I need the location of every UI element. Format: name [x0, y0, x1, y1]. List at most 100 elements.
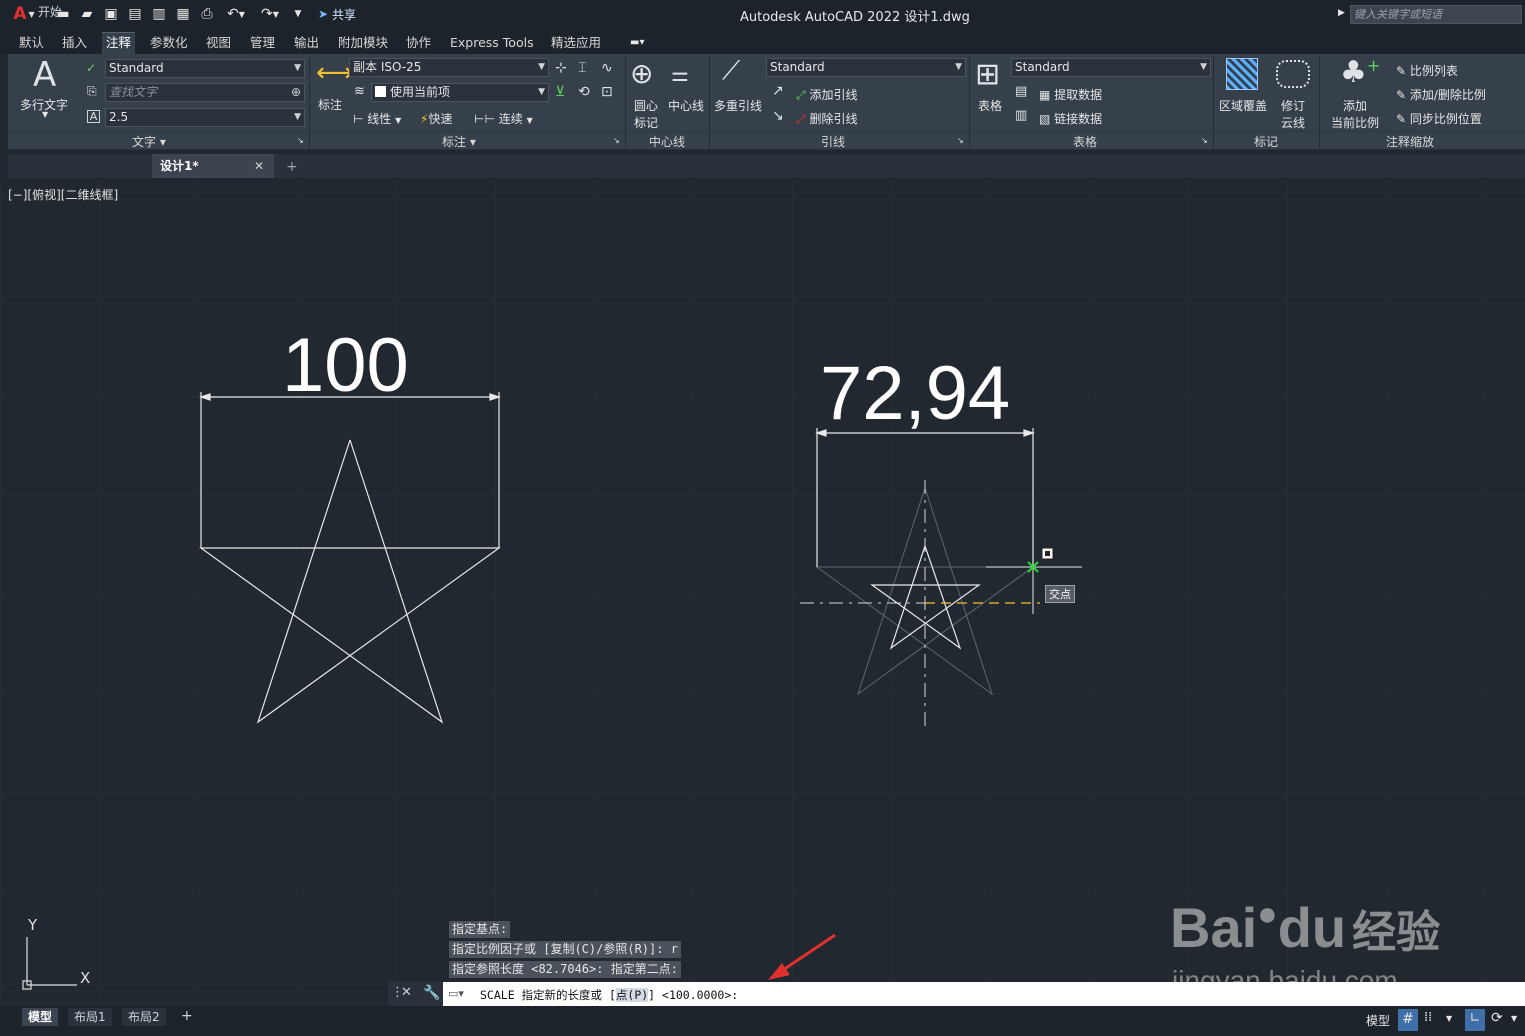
- add-delete-scale-button[interactable]: ✎ 添加/删除比例: [1396, 86, 1486, 103]
- mtext-icon[interactable]: A: [33, 58, 56, 92]
- revcloud-button[interactable]: 修订 云线: [1281, 97, 1305, 131]
- leader-style-select[interactable]: Standard ▼: [766, 58, 966, 77]
- ortho-toggle-icon[interactable]: ∟: [1465, 1009, 1485, 1031]
- extract-data-button[interactable]: ▦ 提取数据: [1039, 86, 1102, 103]
- add-current-scale-button[interactable]: 添加 当前比例: [1331, 97, 1379, 131]
- drawing-canvas[interactable]: [0, 180, 1525, 1006]
- tab-collaborate[interactable]: 协作: [402, 34, 435, 54]
- color-swatch: [375, 86, 386, 97]
- scale-list-button[interactable]: ✎ 比例列表: [1396, 62, 1458, 79]
- layout-tab-model[interactable]: 模型: [22, 1008, 59, 1026]
- new-tab-icon[interactable]: +: [286, 159, 298, 175]
- multileader-button[interactable]: 多重引线: [714, 97, 762, 114]
- tab-express-tools[interactable]: Express Tools: [446, 34, 538, 54]
- redo-icon[interactable]: ↷ ▼: [256, 4, 284, 24]
- chevron-down-icon: ▼: [1200, 62, 1207, 72]
- centerline-button[interactable]: 中心线: [668, 97, 704, 114]
- center-mark-icon[interactable]: ⊕: [630, 60, 653, 88]
- tab-featured-apps[interactable]: 精选应用: [547, 34, 605, 54]
- dimension-button[interactable]: 标注: [318, 96, 342, 113]
- mtext-dropdown-icon[interactable]: ▼: [42, 110, 48, 119]
- find-text-input[interactable]: 查找文字 ⊕: [105, 83, 305, 102]
- dim-reassociate-icon[interactable]: ⊡: [601, 85, 613, 99]
- search-input[interactable]: 键入关键字或短语: [1350, 5, 1522, 24]
- table-merge-icon[interactable]: ▤: [1015, 85, 1027, 98]
- dim-adjust-space-icon[interactable]: ⌶: [578, 61, 586, 75]
- tab-parametric[interactable]: 参数化: [146, 34, 192, 54]
- dim-update-icon[interactable]: ⟲: [578, 85, 590, 99]
- tab-view[interactable]: 视图: [202, 34, 235, 54]
- polar-tracking-icon[interactable]: ⟳: [1491, 1010, 1503, 1026]
- tab-addins[interactable]: 附加模块: [334, 34, 392, 54]
- center-mark-button[interactable]: 圆心 标记: [634, 97, 658, 131]
- undo-icon[interactable]: ↶ ▼: [222, 4, 250, 24]
- dimension-icon[interactable]: ⟷: [316, 60, 353, 86]
- panel-title-text[interactable]: 文字 ▾: [132, 133, 166, 150]
- text-style-select[interactable]: Standard ▼: [105, 59, 305, 78]
- close-icon[interactable]: ✕: [254, 154, 264, 178]
- send-icon: ➤: [318, 7, 329, 21]
- table-link-icon[interactable]: ▥: [1015, 109, 1027, 122]
- table-button[interactable]: 表格: [978, 97, 1002, 114]
- leader-align-icon[interactable]: ↘: [772, 109, 784, 123]
- tab-output[interactable]: 输出: [290, 34, 323, 54]
- model-space-button[interactable]: 模型: [1366, 1012, 1390, 1029]
- dialog-launcher-icon[interactable]: ↘: [957, 136, 964, 145]
- dim-break-icon[interactable]: ⊹: [555, 61, 567, 75]
- save-web-icon[interactable]: ▦: [174, 4, 192, 24]
- add-layout-icon[interactable]: +: [181, 1008, 193, 1024]
- link-data-button[interactable]: ▧ 链接数据: [1039, 110, 1102, 127]
- multileader-icon[interactable]: ⟋: [722, 58, 740, 84]
- table-icon[interactable]: ⊞: [975, 60, 1000, 90]
- grid-toggle-icon[interactable]: #: [1398, 1009, 1418, 1031]
- dialog-launcher-icon[interactable]: ↘: [1201, 136, 1208, 145]
- dim-jog-icon[interactable]: ∿: [601, 61, 613, 75]
- text-height-select[interactable]: 2.5 ▼: [105, 108, 305, 127]
- centerline-icon[interactable]: ⚌: [671, 64, 689, 84]
- layout-tab-layout1[interactable]: 布局1: [68, 1008, 112, 1026]
- tab-drawing1[interactable]: 设计1* ✕: [152, 154, 274, 178]
- quick-dim-button[interactable]: ⚡快速: [420, 110, 452, 127]
- snap-mode-icon[interactable]: ⁞⁞: [1424, 1010, 1432, 1025]
- tab-default[interactable]: 默认: [15, 34, 48, 54]
- continue-dim-button[interactable]: ⊢⊢ 连续 ▼: [474, 110, 533, 127]
- panel-title-leaders: 引线: [821, 135, 846, 149]
- chevron-down-icon[interactable]: ▼: [1446, 1014, 1452, 1023]
- share-button[interactable]: ➤ 共享: [312, 4, 362, 24]
- chevron-down-icon[interactable]: ▼: [1511, 1014, 1517, 1023]
- tab-annotate[interactable]: 注释: [102, 32, 136, 54]
- ribbon-display-toggle-icon[interactable]: ▬▾: [630, 37, 644, 48]
- table-style-select[interactable]: Standard ▼: [1011, 58, 1211, 77]
- viewport-controls[interactable]: [−][俯视][二维线框]: [8, 186, 118, 203]
- revcloud-icon[interactable]: [1276, 60, 1310, 88]
- dialog-launcher-icon[interactable]: ↘: [297, 136, 304, 145]
- search-expand-icon[interactable]: ▶: [1338, 8, 1345, 18]
- spellcheck-icon[interactable]: ✓: [86, 62, 96, 74]
- customize-qat-icon[interactable]: ▼: [292, 4, 304, 24]
- command-option-point[interactable]: 点(P): [615, 988, 649, 1002]
- dim-style-select[interactable]: 副本 ISO-25 ▼: [349, 58, 549, 77]
- customize-wrench-icon[interactable]: 🔧: [423, 985, 440, 1001]
- sync-scale-button[interactable]: ✎ 同步比例位置: [1396, 110, 1482, 127]
- remove-leader-button[interactable]: ⤢ 删除引线: [796, 110, 857, 127]
- layout-tab-layout2[interactable]: 布局2: [122, 1008, 166, 1026]
- open-web-icon[interactable]: ▥: [150, 4, 168, 24]
- tab-start[interactable]: 开始: [8, 0, 148, 24]
- plot-icon[interactable]: ⎙: [198, 4, 216, 24]
- add-leader-button[interactable]: ⤢ 添加引线: [796, 86, 857, 103]
- tab-insert[interactable]: 插入: [58, 34, 91, 54]
- dialog-launcher-icon[interactable]: ↘: [613, 136, 620, 145]
- dim-inspect-icon[interactable]: ⊻: [555, 85, 565, 99]
- recent-commands-icon[interactable]: ▭▾: [448, 987, 464, 1000]
- close-icon[interactable]: ✕: [401, 985, 412, 1000]
- extract-data-icon: ▦: [1039, 88, 1051, 102]
- ucs-x-label: X: [80, 969, 91, 987]
- wipeout-button[interactable]: 区域覆盖: [1219, 97, 1267, 114]
- dim-layer-select[interactable]: 使用当前项 ▼: [371, 83, 549, 102]
- add-scale-icon[interactable]: ♣+: [1340, 58, 1380, 88]
- search-icon[interactable]: ⊕: [291, 84, 301, 101]
- wipeout-icon[interactable]: [1226, 58, 1258, 90]
- panel-title-dimensions[interactable]: 标注 ▾: [442, 133, 476, 150]
- tab-manage[interactable]: 管理: [246, 34, 279, 54]
- linear-dim-button[interactable]: ⊢ 线性 ▼: [353, 110, 401, 127]
